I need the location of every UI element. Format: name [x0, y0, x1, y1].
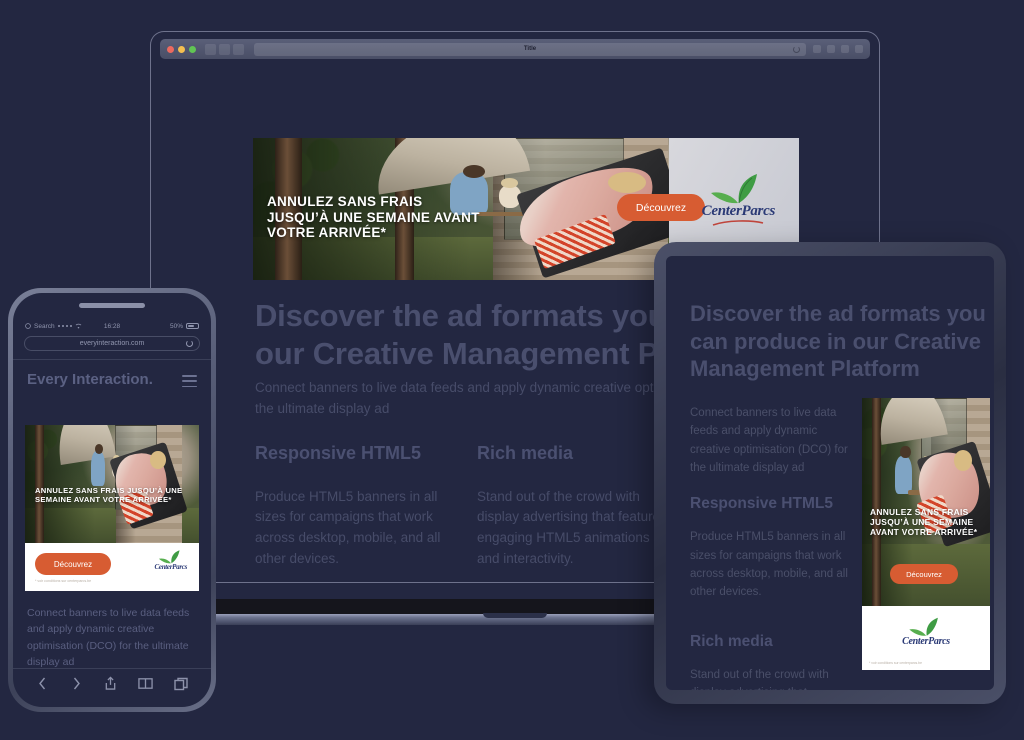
tabs-icon[interactable]: [174, 677, 189, 691]
add-tab-icon[interactable]: [827, 45, 835, 53]
wifi-icon: [75, 323, 82, 329]
centerparcs-logo: CenterParcs: [902, 616, 950, 647]
banner-photo-man-head: [900, 445, 911, 459]
back-to-search-icon: [25, 323, 31, 329]
page-subhead: Connect banners to live data feeds and a…: [27, 607, 190, 668]
battery-percent: 50%: [169, 322, 183, 330]
logo-swoosh-icon: [713, 220, 764, 226]
window-controls[interactable]: [167, 45, 196, 53]
centerparcs-wordmark: CenterParcs: [154, 563, 188, 571]
banner-cta-button[interactable]: Découvrez: [890, 564, 958, 584]
feature-title: Rich media: [477, 443, 574, 463]
feature-title: Responsive HTML5: [690, 495, 833, 512]
battery-icon: [186, 323, 199, 329]
feature-body: Produce HTML5 banners in all sizes for c…: [690, 531, 848, 599]
address-bar-title: Title: [523, 46, 537, 52]
reload-icon[interactable]: [793, 45, 800, 53]
hamburger-menu-icon[interactable]: [182, 375, 197, 391]
back-icon[interactable]: [205, 43, 216, 55]
zoom-window-icon[interactable]: [189, 45, 196, 53]
centerparcs-logo: CenterParcs: [155, 549, 187, 571]
browser-actions[interactable]: [813, 45, 863, 53]
banner-photo-trunk: [35, 425, 45, 543]
reload-icon[interactable]: [186, 340, 193, 347]
phone-address-bar[interactable]: everyinteraction.com: [24, 336, 200, 351]
tablet-device: Discover the ad formats you can produce …: [654, 242, 1006, 704]
banner-headline: ANNULEZ SANS FRAIS JUSQU’À UNE SEMAINE A…: [870, 507, 978, 537]
back-icon[interactable]: [36, 676, 49, 691]
laptop-notch: [483, 613, 547, 618]
close-window-icon[interactable]: [167, 45, 174, 53]
divider: [13, 359, 211, 360]
forward-icon[interactable]: [70, 676, 83, 691]
minimize-window-icon[interactable]: [178, 45, 185, 53]
forward-icon[interactable]: [219, 43, 230, 55]
feature-body: Stand out of the crowd with display adve…: [690, 668, 829, 690]
banner-photo-man: [895, 456, 912, 494]
menu-icon[interactable]: [855, 45, 863, 53]
sidebar-icon[interactable]: [233, 43, 244, 55]
feature-column: Rich media Stand out of the crowd with d…: [477, 442, 667, 570]
phone-screen: Search 16:28 50% everyinteraction.com Ev…: [13, 293, 211, 707]
mobile-banner-photo: ANNULEZ SANS FRAIS JUSQU’À UNE SEMAINE A…: [25, 425, 199, 543]
leaf-icon: [909, 617, 938, 636]
address-bar[interactable]: Title: [254, 42, 806, 56]
feature-body: Produce HTML5 banners in all sizes for c…: [255, 488, 441, 567]
banner-headline: ANNULEZ SANS FRAIS JUSQU’À UNE SEMAINE A…: [35, 486, 183, 504]
tablet-banner-photo: ANNULEZ SANS FRAIS JUSQU’À UNE SEMAINE A…: [862, 398, 990, 606]
mobile-banner-ad[interactable]: ANNULEZ SANS FRAIS JUSQU’À UNE SEMAINE A…: [25, 425, 199, 591]
share-icon[interactable]: [813, 45, 821, 53]
site-brand: Every Interaction.: [27, 371, 153, 388]
tablet-banner-ad[interactable]: ANNULEZ SANS FRAIS JUSQU’À UNE SEMAINE A…: [862, 398, 990, 670]
centerparcs-wordmark: CenterParcs: [902, 636, 950, 647]
bookmarks-icon[interactable]: [138, 676, 153, 691]
banner-photo-woman-hair: [150, 450, 166, 469]
status-carrier: Search: [25, 323, 82, 330]
banner-photo-child-head: [500, 177, 519, 188]
share-icon[interactable]: [104, 676, 117, 691]
banner-fineprint: * voir conditions sur centerparcs.be: [35, 579, 92, 583]
safari-toolbar[interactable]: [13, 668, 211, 698]
banner-cta-button[interactable]: Découvrez: [35, 553, 111, 575]
banner-photo-woman-hair: [954, 450, 973, 471]
carrier-label: Search: [34, 322, 55, 330]
phone-speaker: [79, 303, 145, 308]
status-time: 16:28: [103, 322, 121, 330]
page-subhead: Connect banners to live data feeds and a…: [690, 407, 848, 475]
feature-title: Responsive HTML5: [255, 443, 422, 463]
banner-photo-man: [91, 450, 106, 487]
status-battery: 50%: [170, 323, 199, 330]
mockup-scene: Title ANNULEZ SANS FRAIS JUSQU’À UNE SEM…: [0, 0, 1024, 740]
phone-device: Search 16:28 50% everyinteraction.com Ev…: [8, 288, 216, 712]
centerparcs-logo: CenterParcs: [702, 172, 775, 226]
feature-title: Rich media: [690, 632, 773, 650]
phone-url-text: everyinteraction.com: [79, 340, 145, 347]
feature-body: Stand out of the crowd with display adve…: [477, 488, 667, 567]
phone-status-bar: Search 16:28 50%: [13, 320, 211, 332]
leaf-icon: [711, 174, 758, 204]
banner-photo-man-head: [463, 164, 486, 178]
page-title: Discover the ad formats you can produce …: [690, 301, 986, 382]
banner-cta-button[interactable]: Découvrez: [617, 194, 705, 221]
banner-headline: ANNULEZ SANS FRAIS JUSQU’À UNE SEMAINE A…: [267, 194, 480, 241]
browser-toolbar: Title: [160, 39, 870, 59]
centerparcs-wordmark: CenterParcs: [701, 203, 776, 219]
tablet-screen: Discover the ad formats you can produce …: [666, 256, 994, 690]
tabs-icon[interactable]: [841, 45, 849, 53]
signal-icon: [57, 324, 73, 328]
banner-fineprint: * voir conditions sur centerparcs.be: [869, 661, 922, 665]
feature-column: Responsive HTML5 Produce HTML5 banners i…: [255, 442, 445, 570]
feature-columns: Responsive HTML5 Produce HTML5 banners i…: [690, 494, 850, 690]
